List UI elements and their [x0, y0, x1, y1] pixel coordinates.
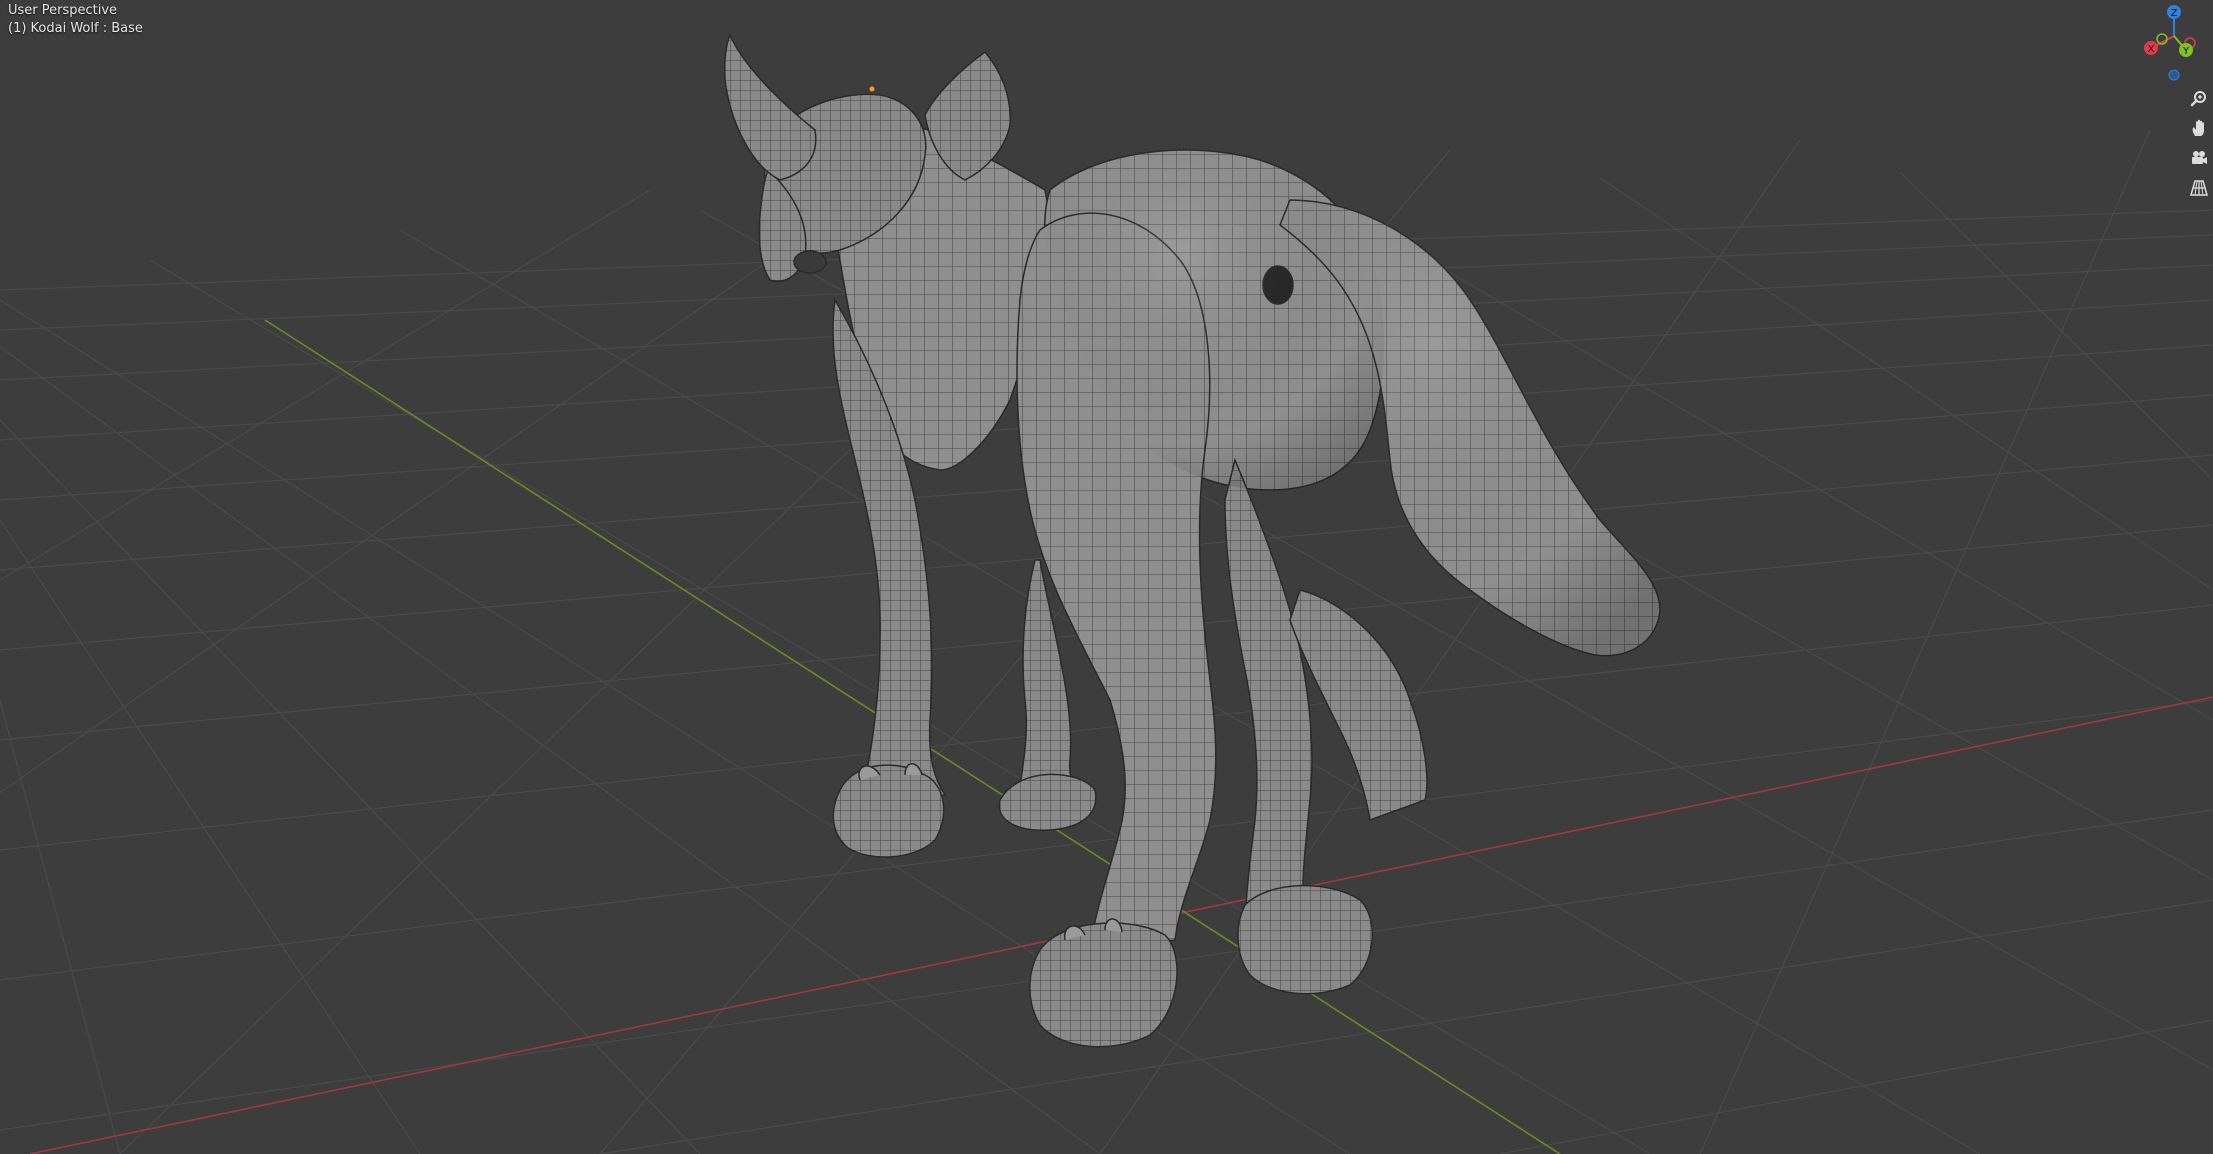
active-object-label: (1) Kodai Wolf : Base	[8, 21, 143, 36]
grid-perspective-icon	[2190, 180, 2208, 196]
svg-text:Y: Y	[2182, 46, 2190, 57]
svg-text:X: X	[2148, 44, 2155, 55]
magnifier-icon	[2190, 91, 2206, 107]
perspective-toggle-button[interactable]	[2186, 175, 2212, 201]
zoom-button[interactable]	[2186, 86, 2212, 112]
object-origin-dot	[869, 86, 875, 92]
viewport-scene[interactable]	[0, 0, 2213, 1154]
navigation-gizmo[interactable]: Z Y X	[2128, 2, 2212, 86]
hand-icon	[2192, 119, 2204, 136]
x-axis-handle[interactable]: X	[2144, 41, 2158, 55]
view-name-label: User Perspective	[8, 3, 118, 18]
z-axis-handle[interactable]: Z	[2167, 5, 2181, 19]
wolf-mesh	[724, 33, 1661, 1048]
svg-text:Z: Z	[2171, 8, 2178, 19]
y-axis-handle[interactable]: Y	[2179, 43, 2193, 57]
camera-view-button[interactable]	[2186, 145, 2212, 171]
neg-z-axis-handle	[2168, 69, 2180, 81]
pan-button[interactable]	[2186, 115, 2212, 141]
camera-icon	[2192, 151, 2207, 164]
3d-viewport[interactable]: User Perspective (1) Kodai Wolf : Base Z…	[0, 0, 2213, 1154]
